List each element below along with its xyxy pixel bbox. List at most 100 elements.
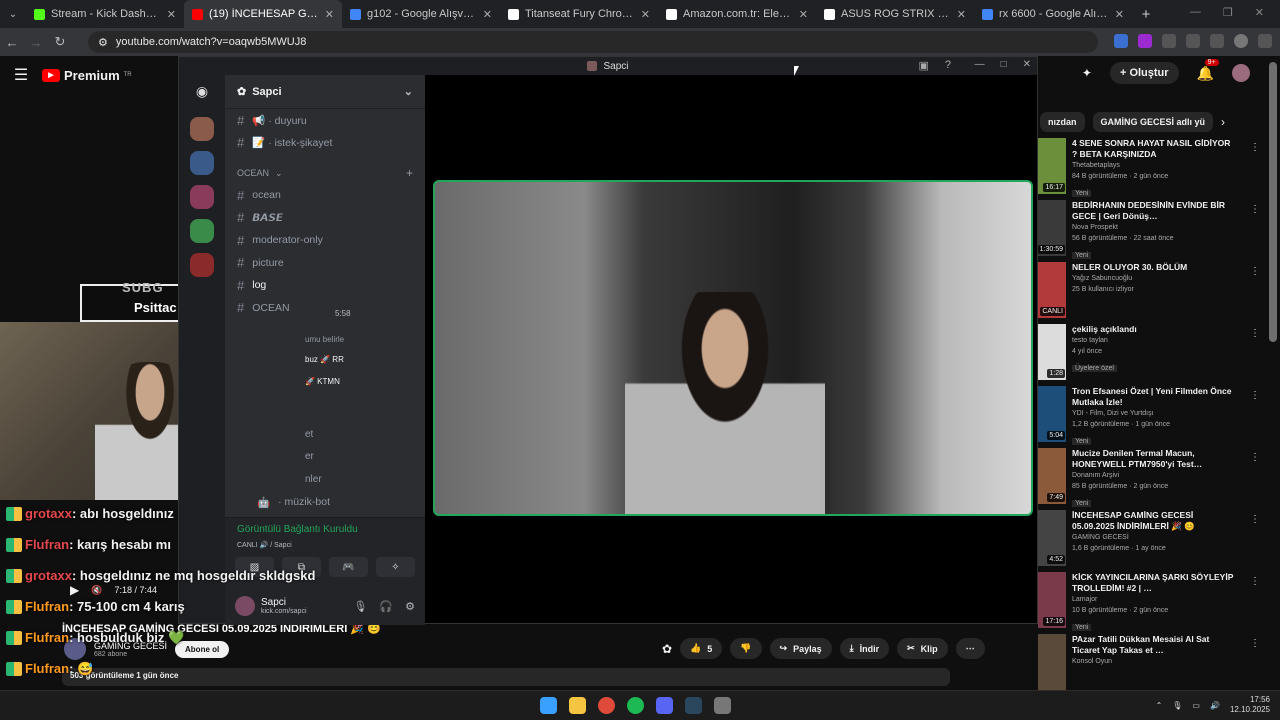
url-field[interactable]: ⚙ youtube.com/watch?v=oaqwb5MWUJ8	[88, 31, 1098, 53]
browser-tab[interactable]: Amazon.com.tr: Elektronik, bilg ✕	[658, 0, 816, 28]
chip[interactable]: GAMİNG GECESİ adlı yü	[1092, 112, 1214, 132]
mic-icon[interactable]: 🎙	[1172, 701, 1182, 710]
gift-icon[interactable]: ✿	[662, 642, 672, 656]
extension-icon[interactable]	[1114, 34, 1128, 48]
close-icon[interactable]: ✕	[1255, 6, 1264, 19]
browser-tab[interactable]: g102 - Google Alışveriş ✕	[342, 0, 500, 28]
related-video-item[interactable]: 1:30:59 BEDİRHANIN DEDESİNİN EVİNDE BİR G…	[1037, 200, 1260, 262]
download-button[interactable]: ⤓ İndir	[839, 638, 890, 659]
more-vert-icon[interactable]: ⋮	[1250, 452, 1260, 463]
tab-close-icon[interactable]: ✕	[799, 8, 808, 21]
more-vert-icon[interactable]: ⋮	[1250, 514, 1260, 525]
channel-item[interactable]: # 📝 · istek-şikayet	[225, 132, 425, 155]
tab-close-icon[interactable]: ✕	[483, 8, 492, 21]
site-info-icon[interactable]: ⚙	[98, 36, 108, 49]
settings-icon[interactable]	[714, 697, 731, 714]
browser-tab[interactable]: ASUS ROG STRIX XG27ACS 27 ✕	[816, 0, 974, 28]
browser-tab[interactable]: (19) İNCEHESAP GAMİNG GECE ✕	[184, 0, 342, 28]
server-icon[interactable]	[190, 219, 214, 243]
clock[interactable]: 17:56 12.10.2025	[1230, 695, 1270, 715]
channel-item[interactable]: # log	[225, 274, 425, 297]
channel-item[interactable]: # ocean	[225, 184, 425, 207]
tab-search-icon[interactable]: ⌄	[0, 0, 26, 28]
headphones-icon[interactable]: 🎧	[379, 600, 393, 613]
discord-home-icon[interactable]: ◉	[190, 83, 214, 107]
windows-start-icon[interactable]	[540, 697, 557, 714]
file-explorer-icon[interactable]	[569, 697, 586, 714]
browser-tab[interactable]: Titanseat Fury Chromium Kum ✕	[500, 0, 658, 28]
menu-icon[interactable]: ☰	[0, 65, 42, 85]
new-tab-button[interactable]: +	[1132, 6, 1160, 23]
tab-close-icon[interactable]: ✕	[167, 8, 176, 21]
close-icon[interactable]: ✕	[1023, 59, 1031, 70]
video-thumbnail[interactable]: 16:17	[1038, 138, 1066, 194]
more-vert-icon[interactable]: ⋮	[1250, 266, 1260, 277]
maximize-icon[interactable]: □	[1001, 59, 1007, 70]
server-icon[interactable]	[190, 151, 214, 175]
channel-fragment[interactable]: et	[305, 429, 313, 440]
more-vert-icon[interactable]: ⋮	[1250, 328, 1260, 339]
notifications-bell-icon[interactable]: 🔔 9+	[1197, 58, 1219, 82]
clip-button[interactable]: ✂ Klip	[897, 638, 948, 659]
more-vert-icon[interactable]: ⋮	[1250, 142, 1260, 153]
back-icon[interactable]: ←	[0, 35, 24, 50]
soundboard-icon[interactable]: ✧	[376, 557, 415, 577]
profile-icon[interactable]	[1234, 34, 1248, 48]
server-icon[interactable]	[190, 253, 214, 277]
video-thumbnail[interactable]: 4:52	[1038, 510, 1066, 566]
video-thumbnail[interactable]	[1038, 634, 1066, 690]
share-button[interactable]: ↪ Paylaş	[769, 638, 832, 659]
voice-member[interactable]: buz 🚀 RR	[305, 355, 344, 364]
related-video-item[interactable]: PAzar Tatili Dükkan Mesaisi Al Sat Ticar…	[1038, 634, 1260, 696]
browser-tab[interactable]: Stream - Kick Dashboard ✕	[26, 0, 184, 28]
cast-icon[interactable]: ✦	[1082, 66, 1092, 80]
video-thumbnail[interactable]: 5:04	[1038, 386, 1066, 442]
video-thumbnail[interactable]: CANLI	[1038, 262, 1066, 318]
related-video-item[interactable]: 17:16 KİCK YAYINCILARINA ŞARKI SÖYLEYİP T…	[1038, 572, 1260, 634]
chip[interactable]: nızdan	[1040, 112, 1085, 132]
puzzle-icon[interactable]	[1162, 34, 1176, 48]
extension-icon[interactable]	[1138, 34, 1152, 48]
volume-icon[interactable]: 🔊	[1210, 701, 1220, 710]
tab-close-icon[interactable]: ✕	[957, 8, 966, 21]
related-video-item[interactable]: 1:28 çekiliş açıklandı testo taylan 4 yıl ö…	[1038, 324, 1260, 386]
youtube-logo[interactable]: ▶ Premium TR	[42, 68, 132, 83]
channel-item[interactable]: # 𝘽𝘼𝙎𝙀	[225, 207, 425, 230]
minimize-icon[interactable]: —	[975, 59, 985, 70]
related-video-item[interactable]: 5:04 Tron Efsanesi Özet | Yeni Filmden Ön…	[1038, 386, 1260, 448]
server-icon[interactable]	[190, 117, 214, 141]
more-actions-button[interactable]: ⋯	[955, 638, 985, 659]
spotify-icon[interactable]	[627, 697, 644, 714]
chevron-right-icon[interactable]: ›	[1221, 115, 1225, 129]
page-scrollbar[interactable]	[1269, 62, 1277, 342]
tab-close-icon[interactable]: ✕	[325, 8, 334, 21]
account-avatar[interactable]	[1232, 64, 1250, 82]
minimize-icon[interactable]: —	[1190, 6, 1201, 19]
inbox-icon[interactable]: ▣	[918, 59, 928, 72]
steam-icon[interactable]	[685, 697, 702, 714]
browser-tab[interactable]: rx 6600 - Google Alışveriş ✕	[974, 0, 1132, 28]
create-button[interactable]: + Oluştur	[1109, 62, 1179, 84]
download-icon[interactable]	[1186, 34, 1200, 48]
tab-close-icon[interactable]: ✕	[641, 8, 650, 21]
more-icon[interactable]	[1258, 34, 1272, 48]
video-thumbnail[interactable]: 1:28	[1038, 324, 1066, 380]
add-channel-icon[interactable]: +	[406, 166, 413, 180]
category-header[interactable]: OCEAN ⌄ +	[225, 162, 425, 184]
video-thumbnail[interactable]: 7:49	[1038, 448, 1066, 504]
help-icon[interactable]: ?	[945, 59, 951, 72]
settings-gear-icon[interactable]: ⚙	[405, 600, 415, 613]
reload-icon[interactable]: ↻	[48, 34, 72, 50]
channel-item[interactable]: # moderator-only	[225, 229, 425, 252]
video-thumbnail[interactable]: 1:30:59	[1037, 200, 1066, 256]
related-video-item[interactable]: CANLI NELER OLUYOR 30. BÖLÜM Yağız Sabuncu…	[1038, 262, 1260, 324]
dislike-button[interactable]: 👎	[730, 638, 762, 659]
channel-fragment[interactable]: nler	[305, 474, 322, 485]
stream-video-tile[interactable]	[433, 180, 1033, 516]
media-icon[interactable]	[1210, 34, 1224, 48]
chrome-icon[interactable]	[598, 697, 615, 714]
more-vert-icon[interactable]: ⋮	[1250, 638, 1260, 649]
channel-item[interactable]: # OCEAN	[225, 297, 425, 320]
like-button[interactable]: 👍 5	[680, 638, 723, 659]
server-header[interactable]: ✿ Sapci ⌄	[225, 75, 425, 109]
